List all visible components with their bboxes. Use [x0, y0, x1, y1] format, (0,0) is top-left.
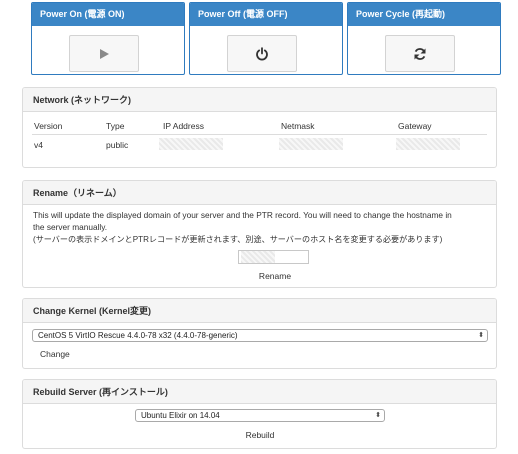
column-header-ip-address: IP Address [163, 121, 204, 131]
rename-description-line2: the server manually. [33, 222, 108, 232]
power-cycle-button[interactable] [385, 35, 455, 72]
network-panel: Network (ネットワーク) Version Type IP Address… [22, 87, 497, 168]
row-type: public [106, 140, 129, 150]
kernel-select-value: CentOS 5 VirtIO Rescue 4.4.0-78 x32 (4.4… [38, 331, 238, 340]
power-off-button[interactable] [227, 35, 297, 72]
rebuild-panel: Rebuild Server (再インストール) Ubuntu Elixir o… [22, 379, 497, 449]
gateway-redacted [396, 138, 460, 150]
rename-description-line3: (サーバーの表示ドメインとPTRレコードが更新されます、別途、サーバーのホスト名… [33, 235, 443, 244]
network-title: Network (ネットワーク) [23, 88, 496, 112]
row-version: v4 [34, 140, 43, 150]
refresh-icon [414, 47, 426, 60]
power-on-button[interactable] [69, 35, 139, 72]
ip-address-redacted [159, 138, 223, 150]
rename-title: Rename（リネーム） [23, 181, 496, 205]
kernel-panel: Change Kernel (Kernel変更) CentOS 5 VirtIO… [22, 298, 497, 369]
power-on-title: Power On (電源 ON) [32, 3, 184, 26]
power-cycle-title: Power Cycle (再起動) [348, 3, 500, 26]
netmask-redacted [279, 138, 343, 150]
change-button[interactable]: Change [40, 349, 70, 359]
select-arrows-icon: ⬍ [478, 332, 484, 339]
kernel-select[interactable]: CentOS 5 VirtIO Rescue 4.4.0-78 x32 (4.4… [32, 329, 488, 342]
os-select-value: Ubuntu Elixir on 14.04 [141, 411, 220, 420]
kernel-title: Change Kernel (Kernel変更) [23, 299, 496, 323]
column-header-version: Version [34, 121, 63, 131]
os-select[interactable]: Ubuntu Elixir on 14.04 ⬍ [135, 409, 385, 422]
column-header-gateway: Gateway [398, 121, 432, 131]
rename-button[interactable]: Rename [259, 271, 291, 281]
play-icon [100, 48, 109, 59]
rename-panel: Rename（リネーム） This will update the displa… [22, 180, 497, 288]
column-header-netmask: Netmask [281, 121, 315, 131]
column-header-type: Type [106, 121, 125, 131]
select-arrows-icon: ⬍ [375, 412, 381, 419]
table-divider [32, 134, 487, 135]
rename-description-line1: This will update the displayed domain of… [33, 210, 452, 220]
hostname-redacted [241, 251, 275, 263]
power-icon [256, 46, 268, 60]
rebuild-button[interactable]: Rebuild [246, 430, 275, 440]
power-cycle-card: Power Cycle (再起動) [347, 2, 501, 75]
power-off-title: Power Off (電源 OFF) [190, 3, 342, 26]
hostname-input[interactable] [238, 250, 309, 264]
power-on-card: Power On (電源 ON) [31, 2, 185, 75]
rebuild-title: Rebuild Server (再インストール) [23, 380, 496, 404]
power-off-card: Power Off (電源 OFF) [189, 2, 343, 75]
